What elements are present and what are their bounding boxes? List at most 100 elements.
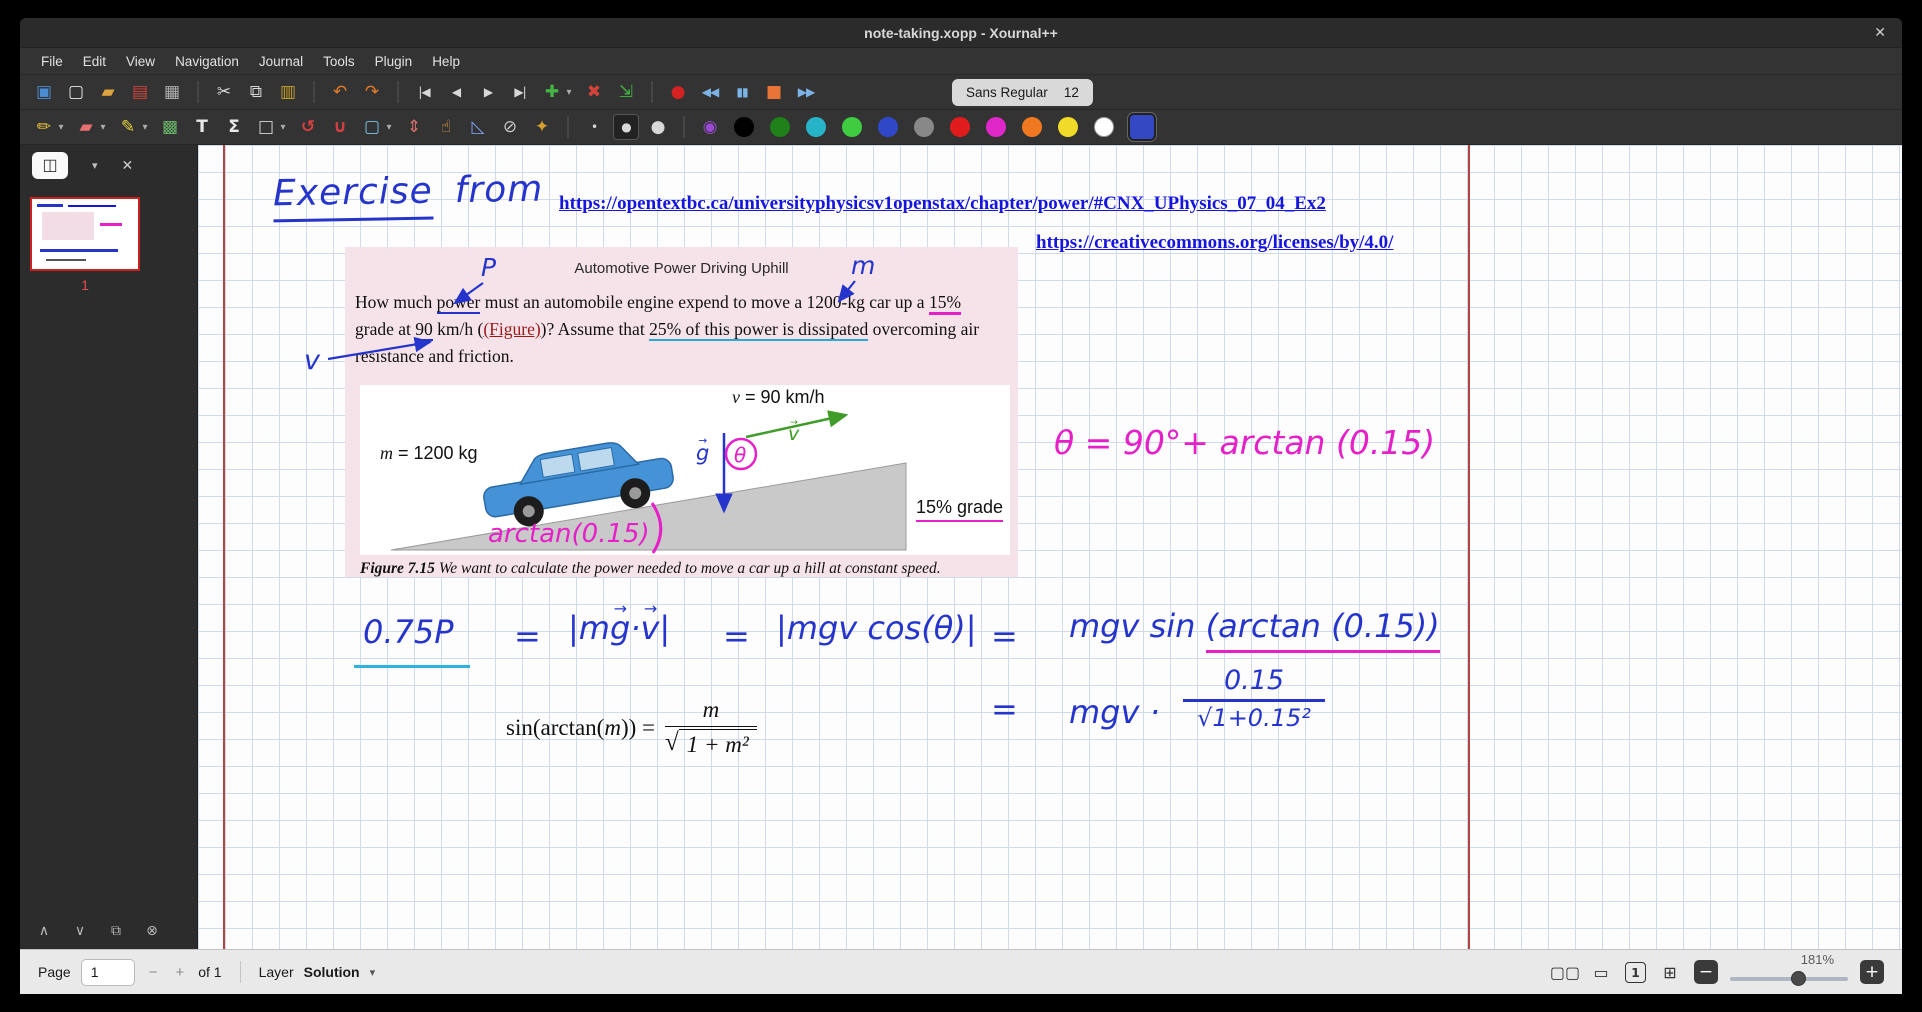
zoom-slider-track[interactable] [1730, 977, 1848, 981]
color-yellow[interactable] [1058, 117, 1078, 137]
stop-icon[interactable]: ■ [761, 79, 787, 105]
export-pdf-icon[interactable]: ▤ [127, 79, 153, 105]
color-lightgreen[interactable] [842, 117, 862, 137]
menu-navigation[interactable]: Navigation [166, 51, 248, 72]
menu-help[interactable]: Help [423, 51, 469, 72]
page-decrement-button[interactable]: − [145, 964, 162, 981]
math-tex-icon[interactable]: Σ [221, 114, 247, 140]
color-picker-icon[interactable]: ◉ [697, 114, 723, 140]
eraser-tool-icon[interactable]: ▰ [73, 114, 99, 140]
layer-selector[interactable]: Solution [304, 964, 360, 980]
eraser-dropdown-icon[interactable]: ▾ [97, 114, 109, 140]
page-preview-sidebar: ◫ ▾ ✕ 1 ∧∨⧉⊗ [20, 145, 198, 949]
page-down-icon[interactable]: ∨ [70, 921, 90, 941]
zoom-slider-knob[interactable] [1791, 971, 1806, 986]
toolbar-separator [567, 116, 569, 138]
last-page-icon[interactable]: ▶| [507, 79, 533, 105]
thickness-thick-icon[interactable]: ● [645, 114, 671, 140]
new-document-icon[interactable]: ▢ [63, 79, 89, 105]
toolbar-separator [197, 81, 199, 103]
hand-tool-icon[interactable]: ☝ [433, 114, 459, 140]
wand-tool-icon[interactable]: ✦ [529, 114, 555, 140]
dual-page-view-icon[interactable]: ▢▢ [1553, 960, 1577, 984]
shape-dropdown-icon[interactable]: ▾ [277, 114, 289, 140]
zoom-in-button[interactable]: + [1860, 960, 1884, 984]
duplicate-page-icon[interactable]: ⧉ [106, 921, 126, 941]
text-tool-icon[interactable]: T [189, 114, 215, 140]
save-icon[interactable]: ▣ [31, 79, 57, 105]
fullscreen-icon[interactable]: ⇲ [613, 79, 639, 105]
presentation-mode-icon[interactable]: ▭ [1589, 960, 1613, 984]
sidebar-chevron-icon[interactable]: ▾ [92, 159, 98, 172]
color-red[interactable] [950, 117, 970, 137]
page-number-input[interactable]: 1 [81, 959, 135, 986]
cut-icon[interactable]: ✂ [211, 79, 237, 105]
menu-view[interactable]: View [117, 51, 164, 72]
shape-tool-icon[interactable]: □ [253, 114, 279, 140]
vertical-space-icon[interactable]: ⇕ [401, 114, 427, 140]
color-black[interactable] [734, 117, 754, 137]
menu-tools[interactable]: Tools [314, 51, 364, 72]
print-icon[interactable]: ▦ [159, 79, 185, 105]
color-green[interactable] [770, 117, 790, 137]
copy-icon[interactable]: ⧉ [243, 79, 269, 105]
zoom-out-button[interactable]: − [1694, 960, 1718, 984]
undo-icon[interactable]: ↶ [327, 79, 353, 105]
delete-page-sidebar-icon[interactable]: ⊗ [142, 921, 162, 941]
open-folder-icon[interactable]: ▰ [95, 79, 121, 105]
menu-edit[interactable]: Edit [74, 51, 115, 72]
select-dropdown-icon[interactable]: ▾ [383, 114, 395, 140]
previous-page-icon[interactable]: ◀ [443, 79, 469, 105]
zoom-slider[interactable] [1730, 971, 1848, 987]
equals-sign: = [991, 690, 1018, 728]
menu-journal[interactable]: Journal [250, 51, 312, 72]
canvas[interactable]: Exercisefrom https://opentextbc.ca/unive… [198, 145, 1902, 949]
ruler-icon[interactable]: ◺ [465, 114, 491, 140]
first-page-icon[interactable]: |◀ [411, 79, 437, 105]
rotate-icon[interactable]: ↺ [295, 114, 321, 140]
snap-magnet-icon[interactable]: ∪ [327, 114, 353, 140]
record-audio-icon[interactable]: ● [665, 79, 691, 105]
font-button[interactable]: Sans Regular 12 [952, 79, 1093, 106]
pen-tool-icon[interactable]: ✏ [31, 114, 57, 140]
page-increment-button[interactable]: + [171, 964, 188, 981]
color-blue[interactable] [878, 117, 898, 137]
color-cyan[interactable] [806, 117, 826, 137]
delete-page-icon[interactable]: ✖ [581, 79, 607, 105]
grid-view-icon[interactable]: ⊞ [1658, 960, 1682, 984]
preview-pane-toggle-button[interactable]: ◫ [32, 152, 68, 179]
menu-file[interactable]: File [32, 51, 72, 72]
close-window-button[interactable]: ✕ [1874, 24, 1886, 41]
pen-dropdown-icon[interactable]: ▾ [55, 114, 67, 140]
pause-icon[interactable]: ▮▮ [729, 79, 755, 105]
forward-icon[interactable]: ▶▶ [793, 79, 819, 105]
thickness-medium-icon[interactable]: ● [613, 114, 639, 140]
thickness-fine-icon[interactable]: • [581, 114, 607, 140]
redo-icon[interactable]: ↷ [359, 79, 385, 105]
highlighter-dropdown-icon[interactable]: ▾ [139, 114, 151, 140]
menu-plugin[interactable]: Plugin [366, 51, 422, 72]
layer-dropdown-icon[interactable]: ▾ [370, 966, 376, 979]
compass-icon[interactable]: ⊘ [497, 114, 523, 140]
view-icons: ▢▢ ▭ 1 ⊞− [1553, 960, 1718, 984]
titlebar[interactable]: note-taking.xopp - Xournal++ ✕ [20, 18, 1902, 48]
add-page-dropdown-icon[interactable]: ▾ [563, 79, 575, 105]
rewind-icon[interactable]: ◀◀ [697, 79, 723, 105]
toolbar-separator [683, 116, 685, 138]
toolbar-row-2: ✏▾▰▾✎▾▩TΣ□▾↺∪▢▾⇕☝◺⊘✦•●●◉ [20, 110, 1902, 145]
color-magenta[interactable] [986, 117, 1006, 137]
color-gray[interactable] [914, 117, 934, 137]
color-orange[interactable] [1022, 117, 1042, 137]
image-tool-icon[interactable]: ▩ [157, 114, 183, 140]
add-page-icon[interactable]: ✚ [539, 79, 565, 105]
color-selected-blue[interactable] [1130, 115, 1154, 139]
sidebar-close-icon[interactable]: ✕ [122, 157, 134, 174]
select-rect-icon[interactable]: ▢ [359, 114, 385, 140]
next-page-icon[interactable]: ▶ [475, 79, 501, 105]
paste-icon[interactable]: ▥ [275, 79, 301, 105]
color-white[interactable] [1094, 117, 1114, 137]
highlighter-tool-icon[interactable]: ✎ [115, 114, 141, 140]
page-thumbnail[interactable] [30, 197, 140, 271]
page-up-icon[interactable]: ∧ [34, 921, 54, 941]
page-number-badge[interactable]: 1 [1625, 962, 1646, 983]
